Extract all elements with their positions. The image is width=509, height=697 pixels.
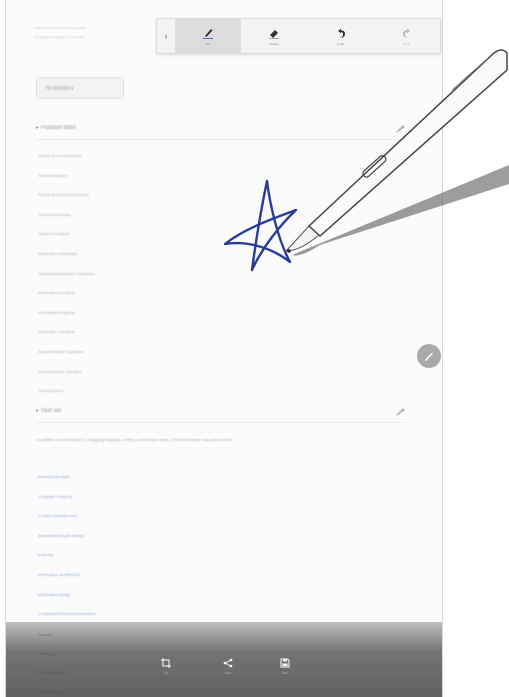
section-description: In addition to solid research, engaging …	[36, 437, 234, 442]
header-line-1: Lorem ipsum dolor sit amet consectetur	[34, 26, 87, 30]
section-position-titles-header[interactable]: ▸ Position titles	[36, 117, 406, 140]
sort-dropdown[interactable]: TS 500000 ▾	[36, 77, 124, 99]
redo-icon	[402, 28, 410, 38]
list-item-link[interactable]: Business Analysis	[38, 467, 398, 487]
list-item[interactable]: Content Developer	[38, 205, 398, 225]
eraser-tool-button[interactable]: Eraser	[241, 19, 307, 53]
page-header-text: Lorem ipsum dolor sit amet consectetur f…	[34, 24, 154, 42]
section-title: Skill set	[40, 408, 62, 414]
list-item-link[interactable]: Illustration/Graphic design	[38, 526, 398, 546]
crop-button[interactable]: Crop	[151, 658, 181, 675]
action-label: Crop	[163, 672, 169, 675]
tablet-screen: Lorem ipsum dolor sit amet consectetur f…	[5, 0, 443, 697]
action-label: Save	[282, 672, 288, 675]
list-item[interactable]: Information Developer	[38, 244, 398, 264]
save-icon	[280, 658, 290, 668]
air-command-button[interactable]	[417, 344, 441, 368]
edit-pencil-icon[interactable]	[394, 123, 406, 133]
bottom-action-bar: Crop Share Save	[6, 622, 442, 697]
list-item[interactable]: Information Designer	[38, 322, 398, 342]
eraser-icon	[269, 29, 280, 39]
list-item[interactable]: Information Engineer	[38, 303, 398, 323]
list-item-link[interactable]: Information architecture	[38, 565, 398, 585]
skill-set-list: Business Analysis Computer Scripting Con…	[38, 467, 398, 624]
list-item-link[interactable]: Information design	[38, 585, 398, 605]
list-item[interactable]: Documentation Specialist	[38, 342, 398, 362]
section-skill-set-header[interactable]: ▸ Skill set	[36, 400, 406, 423]
list-item[interactable]: Technical author	[38, 166, 398, 186]
edit-pencil-icon[interactable]	[394, 406, 406, 416]
collapse-toolbar-chevron-icon[interactable]: ›	[157, 19, 175, 53]
share-button[interactable]: Share	[213, 658, 243, 675]
list-item[interactable]: Documentation Manager	[38, 362, 398, 382]
redo-button[interactable]: Redo	[374, 19, 440, 53]
action-label: Share	[224, 672, 232, 675]
section-title: Position titles	[40, 125, 77, 131]
list-item-link[interactable]: Content management	[38, 506, 398, 526]
list-item[interactable]: Content Designer	[38, 224, 398, 244]
undo-button[interactable]: Undo	[308, 19, 374, 53]
tool-label: Undo	[337, 41, 345, 46]
list-item-link[interactable]: Indexing	[38, 545, 398, 565]
pen-icon	[203, 28, 214, 39]
tool-label: Redo	[403, 41, 411, 46]
collapse-icon[interactable]: ▸	[36, 125, 41, 131]
pen-toolbar: › Pen Eraser Undo Redo	[156, 18, 441, 54]
list-item-link[interactable]: Computer Scripting	[38, 487, 398, 507]
list-item[interactable]: Technical Content Developer	[38, 185, 398, 205]
save-button[interactable]: Save	[270, 658, 300, 675]
list-item[interactable]: Technical Information Developer	[38, 264, 398, 284]
crop-icon	[161, 658, 171, 668]
dropdown-value: TS 500000 ▾	[45, 86, 74, 92]
list-item[interactable]: Tech Engineer	[38, 381, 398, 401]
share-icon	[223, 658, 233, 668]
undo-icon	[337, 28, 345, 38]
list-item-link[interactable]: Localization/Technical translation	[38, 604, 398, 624]
position-titles-list: Technical Communicator Technical author …	[38, 146, 398, 401]
list-item[interactable]: Information Architect	[38, 283, 398, 303]
pen-icon	[425, 352, 433, 361]
tool-label: Eraser	[269, 41, 279, 46]
tool-label: Pen	[205, 41, 211, 46]
pen-tool-button[interactable]: Pen	[175, 19, 242, 53]
list-item[interactable]: Technical Communicator	[38, 146, 398, 166]
collapse-icon[interactable]: ▸	[36, 408, 41, 414]
header-line-2: formatting, and delivery of information	[34, 35, 85, 39]
